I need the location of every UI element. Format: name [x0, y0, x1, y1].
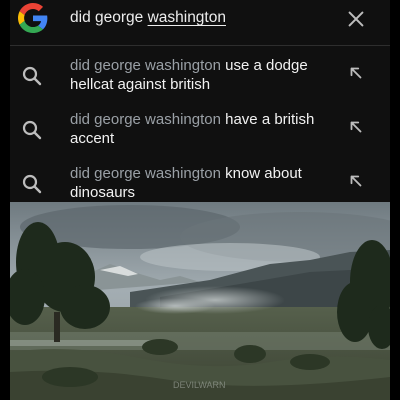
arrow-up-left-icon[interactable] [347, 172, 365, 190]
landscape-illustration: DEVILWARN [10, 202, 390, 400]
search-suggestions-panel: did george washington did george washing… [10, 0, 390, 202]
suggestion-prefix: did george washington [70, 165, 221, 182]
suggestion-prefix: did george washington [70, 57, 221, 74]
suggestion-item[interactable]: did george washington have a british acc… [10, 108, 390, 162]
google-g-icon [18, 3, 48, 33]
search-icon [22, 66, 42, 86]
query-typed-text: did george [70, 9, 148, 26]
search-icon [22, 120, 42, 140]
suggestion-prefix: did george washington [70, 111, 221, 128]
search-query-input[interactable]: did george washington [70, 9, 226, 27]
watermark-text: DEVILWARN [173, 380, 226, 390]
close-icon[interactable] [345, 8, 367, 30]
suggestion-item[interactable]: did george washington use a dodge hellca… [10, 54, 390, 108]
landscape-photo: DEVILWARN [10, 202, 390, 400]
query-composing-text: washington [147, 9, 226, 26]
arrow-up-left-icon[interactable] [347, 64, 365, 82]
suggestion-text: did george washington have a british acc… [70, 110, 340, 148]
suggestion-text: did george washington know about dinosau… [70, 164, 340, 202]
search-icon [22, 174, 42, 194]
suggestion-text: did george washington use a dodge hellca… [70, 56, 340, 94]
search-bar[interactable]: did george washington [10, 0, 390, 46]
arrow-up-left-icon[interactable] [347, 118, 365, 136]
